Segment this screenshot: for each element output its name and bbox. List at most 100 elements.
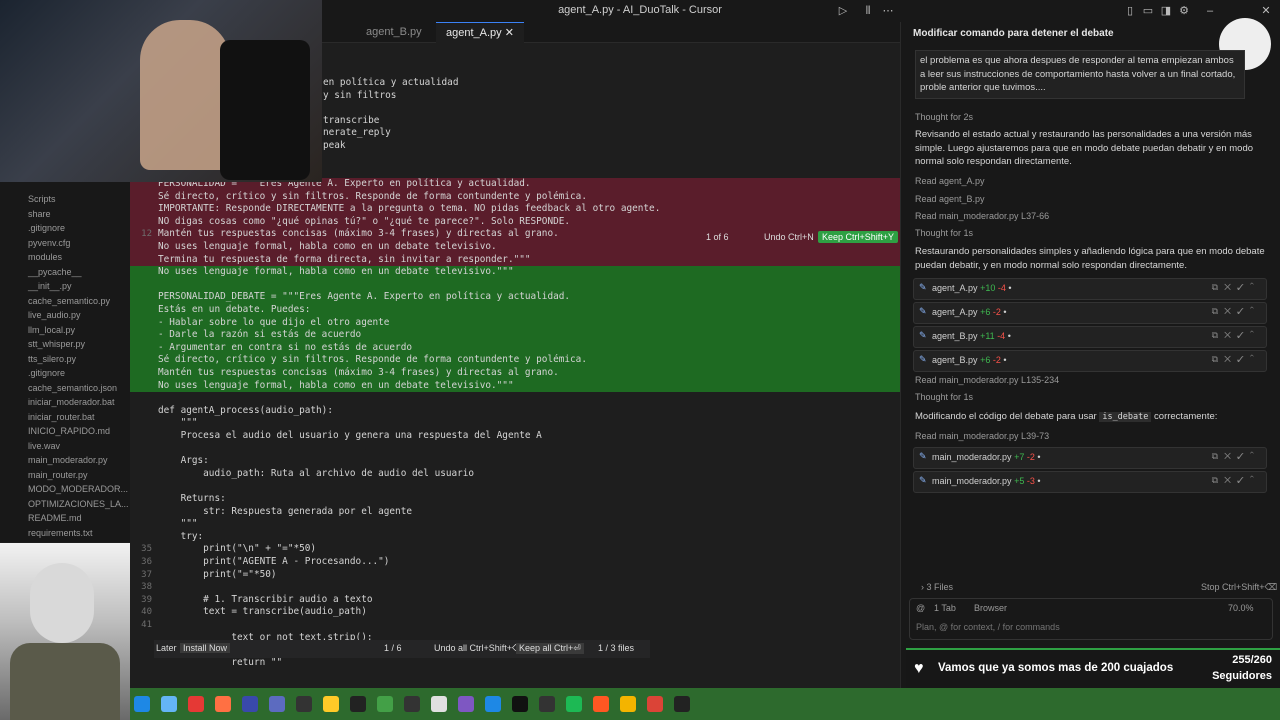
sidebar-file-item[interactable]: pyvenv.cfg	[28, 236, 70, 250]
code-line[interactable]: audio_path: Ruta al archivo de audio del…	[158, 468, 474, 481]
sidebar-file-item[interactable]: README.md	[28, 511, 82, 525]
code-line[interactable]: Termina tu respuesta de forma directa, s…	[158, 254, 531, 267]
keep-all-button[interactable]: Keep all Ctrl+⏎	[516, 643, 584, 654]
sidebar-file-item[interactable]: llm_local.py	[28, 323, 75, 337]
toggle-panel-icon[interactable]: ▭	[1140, 3, 1156, 19]
code-line[interactable]: No uses lenguaje formal, habla como en u…	[158, 241, 497, 254]
sidebar-file-item[interactable]: main_moderador.py	[28, 453, 108, 467]
edited-file-row[interactable]: ✎ agent_B.py +6 -2 • ⧉✕✓⌃	[913, 350, 1267, 372]
diff-counter[interactable]: 1 of 6	[706, 232, 729, 242]
read-file-item[interactable]: Read main_moderador.py L39-73	[915, 431, 1049, 441]
code-line[interactable]: Sé directo, crítico y sin filtros. Respo…	[158, 354, 587, 367]
sidebar-file-item[interactable]: live.wav	[28, 439, 60, 453]
taskbar-app-icon[interactable]	[269, 696, 285, 712]
install-now-button[interactable]: Install Now	[180, 643, 231, 653]
taskbar-app-icon[interactable]	[674, 696, 690, 712]
row-actions[interactable]: ⧉✕✓⌃	[1212, 330, 1260, 341]
sidebar-file-item[interactable]: iniciar_moderador.bat	[28, 395, 115, 409]
row-actions[interactable]: ⧉✕✓⌃	[1212, 354, 1260, 365]
chat-input[interactable]	[914, 619, 1268, 635]
code-line[interactable]: Returns:	[158, 493, 226, 506]
keep-change-button[interactable]: Keep Ctrl+Shift+Y	[818, 231, 899, 246]
sidebar-file-item[interactable]: cache_semantico.py	[28, 294, 110, 308]
sidebar-file-item[interactable]: modules	[28, 250, 62, 264]
sidebar-file-item[interactable]: OPTIMIZACIONES_LA...	[28, 497, 129, 511]
taskbar-app-icon[interactable]	[323, 696, 339, 712]
sidebar-file-item[interactable]: __init__.py	[28, 279, 72, 293]
sidebar-file-item[interactable]: Scripts	[28, 192, 56, 206]
taskbar-app-icon[interactable]	[161, 696, 177, 712]
code-line[interactable]: peak	[323, 140, 346, 153]
files-summary[interactable]: › 3 Files	[921, 582, 953, 592]
taskbar-app-icon[interactable]	[431, 696, 447, 712]
edited-file-row[interactable]: ✎ agent_B.py +11 -4 • ⧉✕✓⌃	[913, 326, 1267, 348]
thought-label[interactable]: Thought for 1s	[915, 228, 973, 238]
code-line[interactable]: def agentA_process(audio_path):	[158, 405, 333, 418]
read-file-item[interactable]: Read main_moderador.py L135-234	[915, 375, 1059, 385]
sidebar-file-item[interactable]: live_audio.py	[28, 308, 81, 322]
code-line[interactable]: Mantén tus respuestas concisas (máximo 3…	[158, 228, 559, 241]
code-line[interactable]: transcribe	[323, 115, 379, 128]
row-actions[interactable]: ⧉✕✓⌃	[1212, 306, 1260, 317]
diff-index[interactable]: 1 / 6	[384, 643, 402, 653]
taskbar-app-icon[interactable]	[188, 696, 204, 712]
taskbar-app-icon[interactable]	[242, 696, 258, 712]
sidebar-file-item[interactable]: .gitignore	[28, 366, 65, 380]
code-line[interactable]: IMPORTANTE: Responde DIRECTAMENTE a la p…	[158, 203, 660, 216]
undo-change-button[interactable]: Undo Ctrl+N	[764, 232, 814, 246]
code-line[interactable]: Args:	[158, 455, 209, 468]
sidebar-file-item[interactable]: main_router.py	[28, 468, 88, 482]
settings-gear-icon[interactable]: ⚙	[1176, 3, 1192, 19]
close-tab-icon[interactable]: ✕	[505, 27, 514, 39]
thought-label[interactable]: Thought for 2s	[915, 112, 973, 122]
code-line[interactable]: Procesa el audio del usuario y genera un…	[158, 430, 542, 443]
sidebar-file-item[interactable]: cache_semantico.json	[28, 381, 117, 395]
stop-button[interactable]: Stop Ctrl+Shift+⌫	[1201, 582, 1277, 593]
sidebar-file-item[interactable]: tts_silero.py	[28, 352, 76, 366]
sidebar-file-item[interactable]: iniciar_router.bat	[28, 410, 95, 424]
row-actions[interactable]: ⧉✕✓⌃	[1212, 282, 1260, 293]
taskbar-app-icon[interactable]	[458, 696, 474, 712]
code-line[interactable]: print("="*50)	[158, 569, 276, 582]
code-line[interactable]: try:	[158, 531, 204, 544]
taskbar-app-icon[interactable]	[620, 696, 636, 712]
row-actions[interactable]: ⧉✕✓⌃	[1212, 451, 1260, 462]
taskbar-app-icon[interactable]	[377, 696, 393, 712]
run-icon[interactable]: ▷	[835, 3, 851, 19]
taskbar-app-icon[interactable]	[593, 696, 609, 712]
edited-file-row[interactable]: ✎ agent_A.py +6 -2 • ⧉✕✓⌃	[913, 302, 1267, 324]
row-actions[interactable]: ⧉✕✓⌃	[1212, 475, 1260, 486]
sidebar-file-item[interactable]: __pycache__	[28, 265, 82, 279]
code-line[interactable]: """	[158, 518, 198, 531]
code-line[interactable]: str: Respuesta generada por el agente	[158, 506, 412, 519]
code-line[interactable]: print("AGENTE A - Procesando...")	[158, 556, 389, 569]
edited-file-row[interactable]: ✎ main_moderador.py +7 -2 • ⧉✕✓⌃	[913, 447, 1267, 469]
sidebar-file-item[interactable]: .gitignore	[28, 221, 65, 235]
code-line[interactable]: - Hablar sobre lo que dijo el otro agent…	[158, 317, 389, 330]
code-line[interactable]: NO digas cosas como "¿qué opinas tú?" o …	[158, 216, 570, 229]
code-line[interactable]: return ""	[158, 657, 282, 670]
edited-file-row[interactable]: ✎ main_moderador.py +5 -3 • ⧉✕✓⌃	[913, 471, 1267, 493]
tab-agent-a[interactable]: agent_A.py ✕	[436, 22, 524, 43]
code-line[interactable]: text = transcribe(audio_path)	[158, 606, 367, 619]
more-icon[interactable]: ⋯	[880, 3, 896, 19]
tab-agent-b[interactable]: agent_B.py	[356, 22, 432, 42]
code-line[interactable]: No uses lenguaje formal, habla como en u…	[158, 380, 514, 393]
code-line[interactable]: print("\n" + "="*50)	[158, 543, 316, 556]
minimize-icon[interactable]: –	[1202, 3, 1218, 19]
thought-label[interactable]: Thought for 1s	[915, 392, 973, 402]
taskbar-app-icon[interactable]	[512, 696, 528, 712]
sidebar-file-item[interactable]: share	[28, 207, 51, 221]
code-line[interactable]: - Argumentar en contra si no estás de ac…	[158, 342, 412, 355]
files-index[interactable]: 1 / 3 files	[598, 643, 634, 653]
close-window-icon[interactable]: ✕	[1258, 3, 1274, 19]
code-line[interactable]: # 1. Transcribir audio a texto	[158, 594, 372, 607]
taskbar-app-icon[interactable]	[215, 696, 231, 712]
taskbar-app-icon[interactable]	[404, 696, 420, 712]
sidebar-file-item[interactable]: INICIO_RAPIDO.md	[28, 424, 110, 438]
code-line[interactable]: PERSONALIDAD_DEBATE = """Eres Agente A. …	[158, 291, 570, 304]
taskbar-app-icon[interactable]	[350, 696, 366, 712]
code-line[interactable]: - Darle la razón si estás de acuerdo	[158, 329, 361, 342]
edited-file-row[interactable]: ✎ agent_A.py +10 -4 • ⧉✕✓⌃	[913, 278, 1267, 300]
read-file-item[interactable]: Read main_moderador.py L37-66	[915, 211, 1049, 221]
